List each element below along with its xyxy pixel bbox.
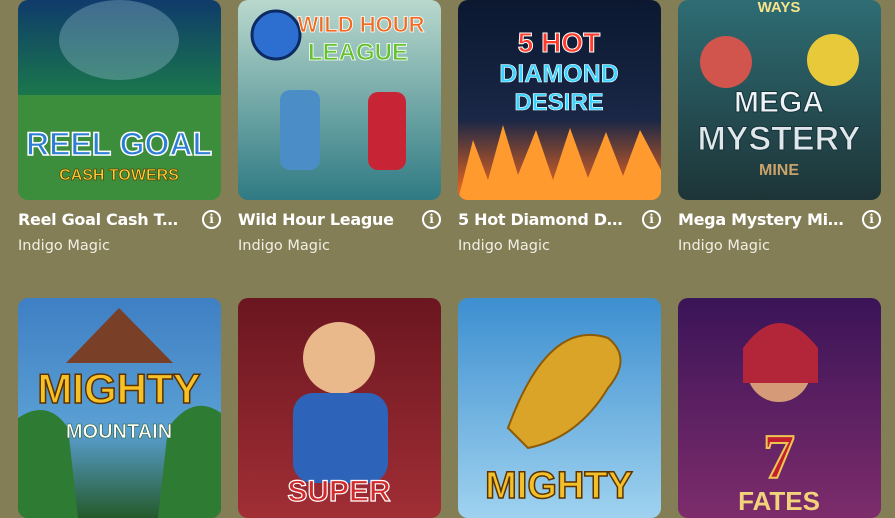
game-art: WAYS MEGA MYSTERY MINE xyxy=(678,0,881,200)
game-provider: Indigo Magic xyxy=(678,238,770,254)
game-art-text: WILD HOUR xyxy=(297,12,424,37)
game-tile[interactable]: SUPER xyxy=(238,298,441,518)
game-art-text: SUPER xyxy=(287,475,391,508)
game-art-text: MEGA xyxy=(734,86,824,119)
info-icon[interactable]: i xyxy=(642,210,661,229)
game-tile[interactable]: MIGHTY MOUNTAIN xyxy=(18,298,221,518)
game-provider: Indigo Magic xyxy=(458,238,550,254)
info-icon[interactable]: i xyxy=(862,210,881,229)
game-tile[interactable]: MIGHTY xyxy=(458,298,661,518)
game-art-text: 7 xyxy=(763,421,795,492)
game-art: SUPER xyxy=(238,298,441,518)
game-art: MIGHTY MOUNTAIN xyxy=(18,298,221,518)
game-thumbnail[interactable]: 5 HOT DIAMOND DESIRE xyxy=(458,0,661,200)
game-art-text: MIGHTY xyxy=(37,365,200,412)
game-art: MIGHTY xyxy=(458,298,661,518)
game-art-text: MOUNTAIN xyxy=(66,421,172,443)
game-art-text: DESIRE xyxy=(514,89,603,116)
game-tile[interactable]: REEL GOAL CASH TOWERS Reel Goal Cash To.… xyxy=(18,0,221,270)
game-art-text: REEL GOAL xyxy=(26,126,212,162)
game-art-text: 5 HOT xyxy=(518,27,600,58)
game-thumbnail[interactable]: MIGHTY MOUNTAIN xyxy=(18,298,221,518)
game-art-text: CASH TOWERS xyxy=(59,167,179,184)
game-art-text: LEAGUE xyxy=(308,39,408,66)
info-icon[interactable]: i xyxy=(422,210,441,229)
game-art-text: DIAMOND xyxy=(499,60,618,88)
game-art: REEL GOAL CASH TOWERS xyxy=(18,0,221,200)
game-thumbnail[interactable]: REEL GOAL CASH TOWERS xyxy=(18,0,221,200)
game-thumbnail[interactable]: WILD HOUR LEAGUE xyxy=(238,0,441,200)
game-art: WILD HOUR LEAGUE xyxy=(238,0,441,200)
game-art-text: MYSTERY xyxy=(697,120,860,158)
game-art-text: MINE xyxy=(759,162,799,179)
info-icon[interactable]: i xyxy=(202,210,221,229)
game-title: 5 Hot Diamond Des... xyxy=(458,210,628,229)
game-title: Wild Hour League xyxy=(238,210,394,229)
game-thumbnail[interactable]: SUPER xyxy=(238,298,441,518)
game-art: 5 HOT DIAMOND DESIRE xyxy=(458,0,661,200)
game-tile[interactable]: 5 HOT DIAMOND DESIRE 5 Hot Diamond Des..… xyxy=(458,0,661,270)
game-thumbnail[interactable]: WAYS MEGA MYSTERY MINE xyxy=(678,0,881,200)
game-provider: Indigo Magic xyxy=(18,238,110,254)
game-provider: Indigo Magic xyxy=(238,238,330,254)
game-title: Reel Goal Cash To... xyxy=(18,210,188,229)
game-art-text: WAYS xyxy=(758,0,801,16)
game-thumbnail[interactable]: MIGHTY xyxy=(458,298,661,518)
game-art-text: MIGHTY xyxy=(485,465,633,507)
game-art: 7 FATES xyxy=(678,298,881,518)
game-tile[interactable]: 7 FATES xyxy=(678,298,881,518)
game-title: Mega Mystery Mine xyxy=(678,210,848,229)
game-tile[interactable]: WILD HOUR LEAGUE Wild Hour League i Indi… xyxy=(238,0,441,270)
game-art-text: FATES xyxy=(738,486,820,516)
game-thumbnail[interactable]: 7 FATES xyxy=(678,298,881,518)
game-tile[interactable]: WAYS MEGA MYSTERY MINE Mega Mystery Mine… xyxy=(678,0,881,270)
